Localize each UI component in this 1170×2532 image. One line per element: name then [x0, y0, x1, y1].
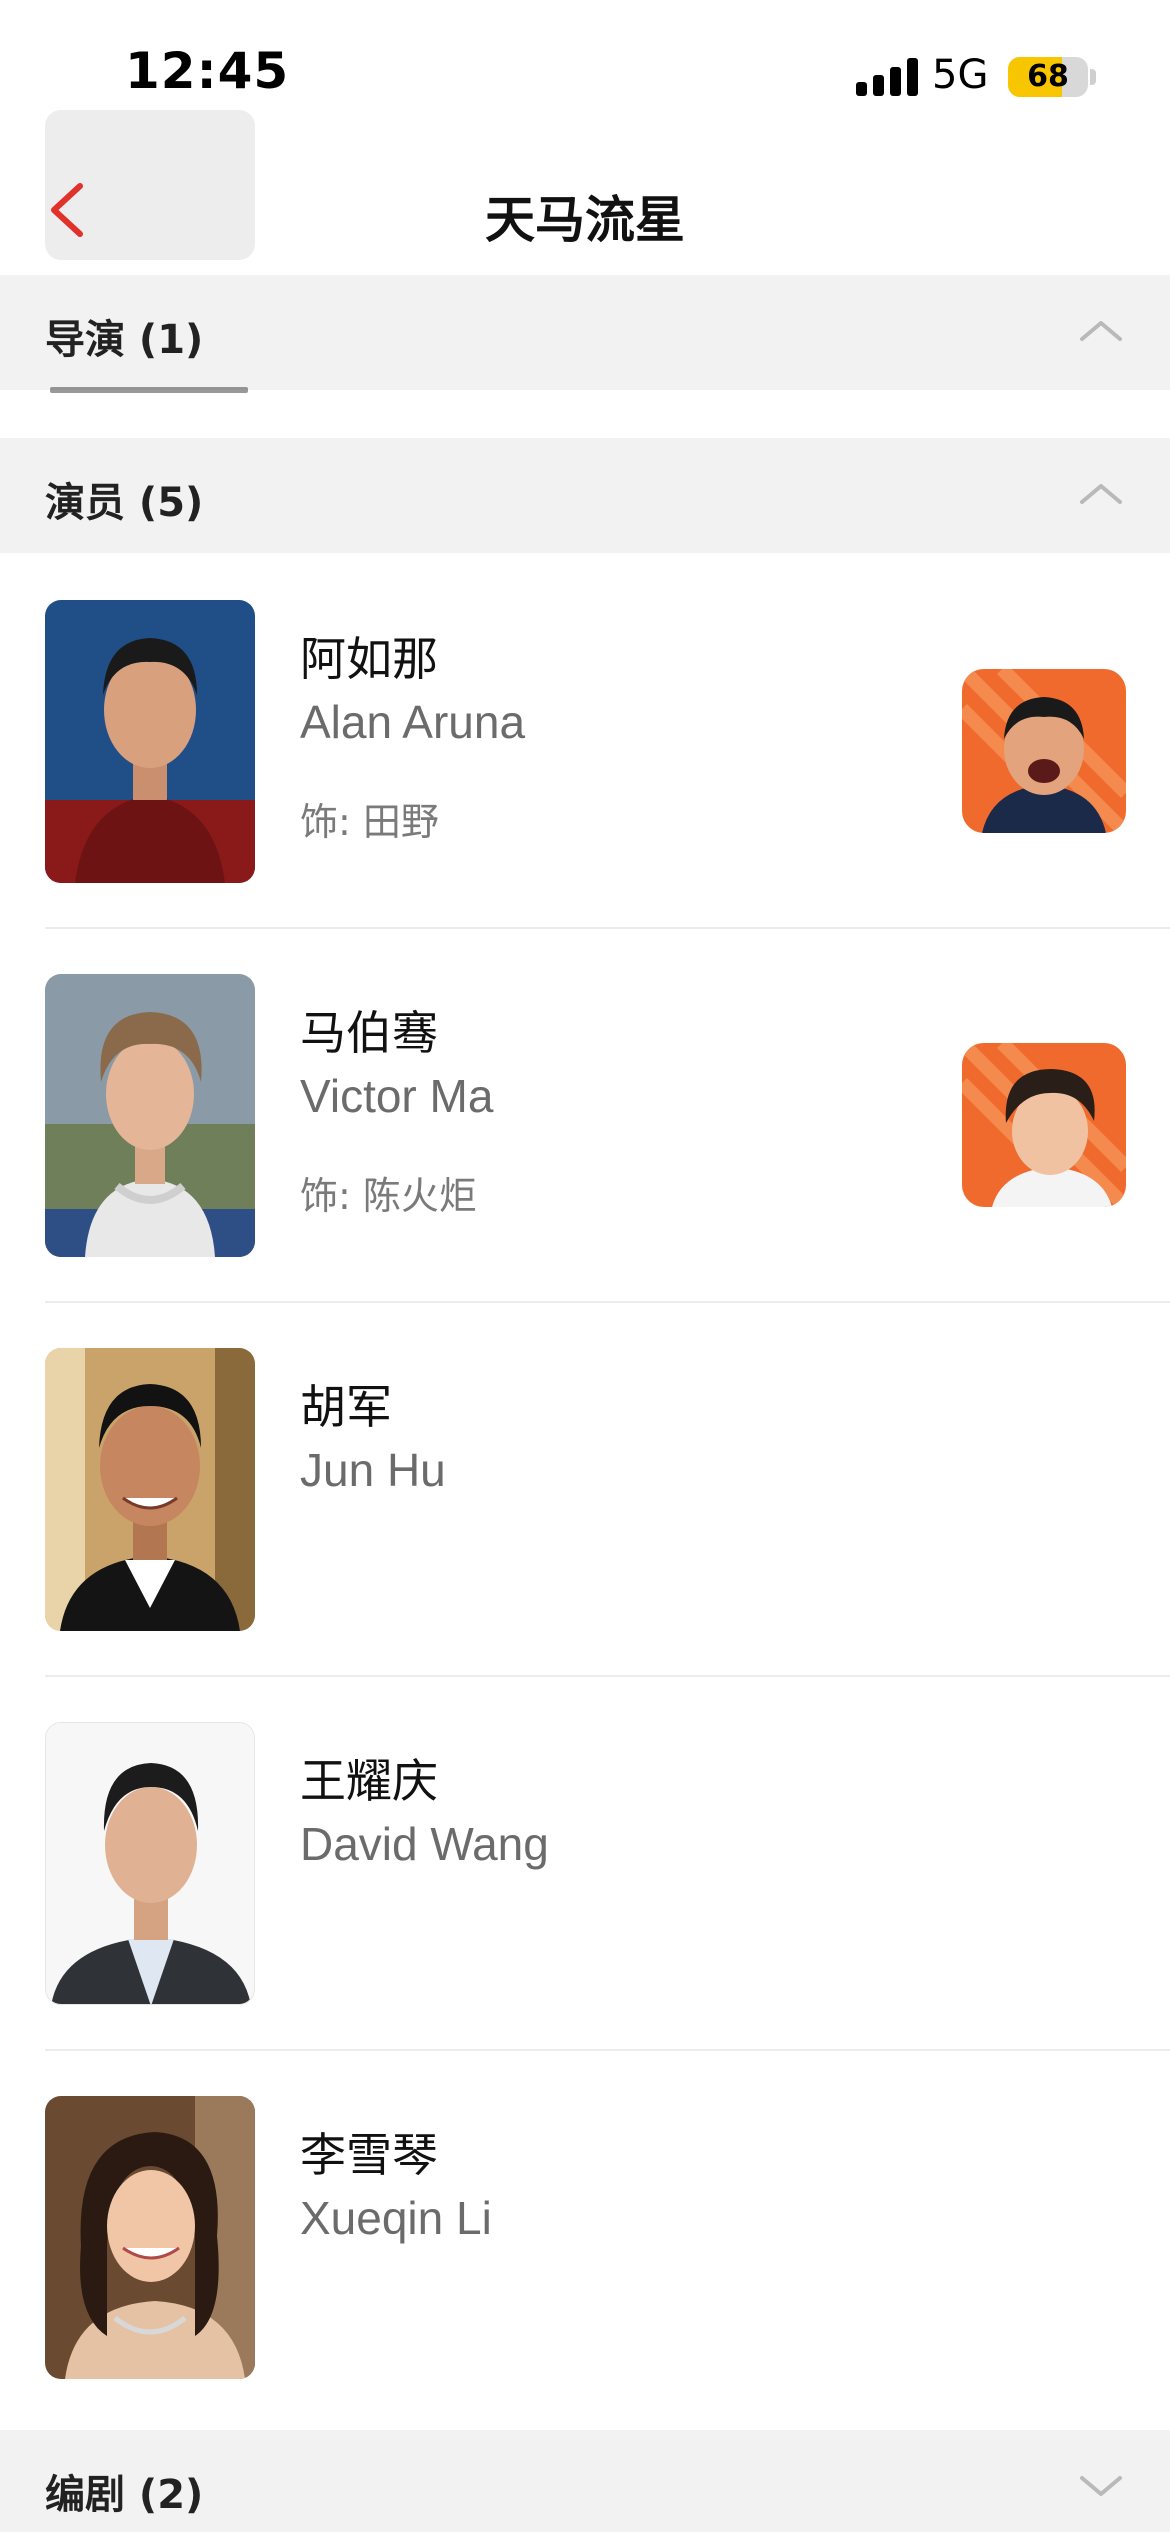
- actor-photo[interactable]: [45, 974, 255, 1257]
- section-title-actors: 演员 (5): [45, 480, 204, 526]
- section-header-directors[interactable]: 导演 (1): [0, 275, 1170, 390]
- actor-name-en: Victor Ma: [300, 1070, 494, 1122]
- actor-name-en: Xueqin Li: [300, 2192, 492, 2244]
- section-title-writers: 编剧 (2): [45, 2472, 204, 2518]
- cast-row[interactable]: 胡军 Jun Hu: [0, 1303, 1170, 1677]
- signal-icon: [856, 58, 918, 96]
- actor-photo[interactable]: [45, 1348, 255, 1631]
- actor-photo[interactable]: [45, 1722, 255, 2005]
- status-time: 12:45: [125, 42, 290, 100]
- character-thumbnail[interactable]: [962, 1043, 1126, 1207]
- actor-role: 饰: 陈火炬: [300, 1174, 477, 1218]
- page-title: 天马流星: [485, 191, 685, 249]
- nav-bar: 天马流星: [0, 150, 1170, 270]
- section-title-directors: 导演 (1): [45, 317, 204, 363]
- actor-role: 饰: 田野: [300, 800, 439, 844]
- actor-name-en: David Wang: [300, 1818, 549, 1870]
- cast-row[interactable]: 王耀庆 David Wang: [0, 1677, 1170, 2051]
- director-photo-edge: [50, 387, 248, 393]
- character-thumbnail[interactable]: [962, 669, 1126, 833]
- battery-icon: 68: [1008, 57, 1088, 97]
- cast-row[interactable]: 李雪琴 Xueqin Li: [0, 2051, 1170, 2425]
- cast-row[interactable]: 阿如那 Alan Aruna 饰: 田野: [0, 555, 1170, 929]
- chevron-down-icon: [1080, 2476, 1122, 2496]
- actor-name-en: Alan Aruna: [300, 696, 526, 748]
- actor-name-cn: 李雪琴: [300, 2128, 438, 2182]
- network-type: 5G: [932, 52, 989, 98]
- actor-name-en: Jun Hu: [300, 1444, 446, 1496]
- actor-name-cn: 阿如那: [300, 632, 438, 686]
- status-bar: 12:45 5G 68: [0, 0, 1170, 150]
- battery-level: 68: [1027, 59, 1069, 94]
- actor-name-cn: 马伯骞: [300, 1006, 438, 1060]
- section-gap: [0, 390, 1170, 438]
- section-header-writers[interactable]: 编剧 (2): [0, 2430, 1170, 2532]
- actor-name-cn: 王耀庆: [300, 1754, 438, 1808]
- chevron-up-icon: [1080, 484, 1122, 504]
- chevron-up-icon: [1080, 321, 1122, 341]
- actor-photo[interactable]: [45, 2096, 255, 2379]
- actor-name-cn: 胡军: [300, 1380, 392, 1434]
- actor-photo[interactable]: [45, 600, 255, 883]
- section-header-actors[interactable]: 演员 (5): [0, 438, 1170, 553]
- battery-tip: [1090, 69, 1096, 85]
- cast-row[interactable]: 马伯骞 Victor Ma 饰: 陈火炬: [0, 929, 1170, 1303]
